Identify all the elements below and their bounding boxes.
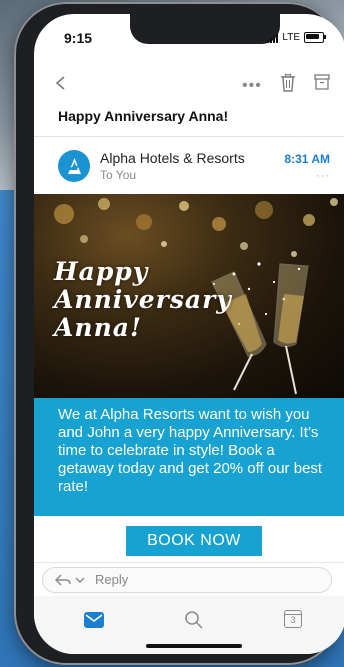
bottom-tab-bar: 3 xyxy=(34,596,344,654)
calendar-icon[interactable]: 3 xyxy=(284,610,302,628)
banner-line-2: Anniversary xyxy=(54,285,232,314)
recipient-label: To You xyxy=(100,168,137,182)
calendar-day: 3 xyxy=(290,615,296,625)
search-icon[interactable] xyxy=(184,610,204,630)
status-right: LTE xyxy=(267,32,326,43)
reply-icon[interactable] xyxy=(55,573,71,587)
chevron-down-icon[interactable] xyxy=(75,577,85,583)
sender-avatar[interactable] xyxy=(58,150,90,182)
phone-screen: 9:15 LTE ••• Happy Anniversary Anna! Alp… xyxy=(34,14,344,654)
reply-placeholder: Reply xyxy=(95,572,129,587)
sender-more-icon[interactable]: ··· xyxy=(316,170,330,182)
battery-icon xyxy=(304,32,326,43)
banner-line-1: Happy xyxy=(54,257,149,286)
trash-icon[interactable] xyxy=(280,74,296,92)
back-icon[interactable] xyxy=(54,76,68,90)
reply-field[interactable]: Reply xyxy=(42,567,332,593)
status-time: 9:15 xyxy=(64,30,93,46)
reply-bar: Reply xyxy=(34,562,344,595)
status-bar: 9:15 LTE xyxy=(34,30,344,50)
sender-row[interactable]: Alpha Hotels & Resorts To You 8:31 AM ··… xyxy=(34,146,344,194)
archive-icon[interactable] xyxy=(314,74,330,90)
home-indicator xyxy=(146,644,242,648)
email-subject: Happy Anniversary Anna! xyxy=(58,108,229,124)
more-icon[interactable]: ••• xyxy=(242,77,262,95)
avatar-logo-icon xyxy=(65,158,85,174)
network-label: LTE xyxy=(282,32,300,43)
banner-line-3: Anna! xyxy=(54,313,142,342)
phone-frame: 9:15 LTE ••• Happy Anniversary Anna! Alp… xyxy=(14,2,344,665)
sent-time: 8:31 AM xyxy=(284,152,330,166)
signal-icon xyxy=(267,33,279,43)
mail-icon[interactable] xyxy=(84,612,104,628)
sender-name: Alpha Hotels & Resorts xyxy=(100,150,245,166)
banner-greeting: Happy Anniversary Anna! xyxy=(54,258,232,342)
promo-text: We at Alpha Resorts want to wish you and… xyxy=(58,406,323,495)
subject-divider xyxy=(34,136,344,137)
promo-block: We at Alpha Resorts want to wish you and… xyxy=(34,398,344,516)
anniversary-banner-image: Happy Anniversary Anna! xyxy=(34,194,344,398)
mail-toolbar: ••• xyxy=(34,66,344,102)
book-now-button[interactable]: BOOK NOW xyxy=(126,526,262,556)
